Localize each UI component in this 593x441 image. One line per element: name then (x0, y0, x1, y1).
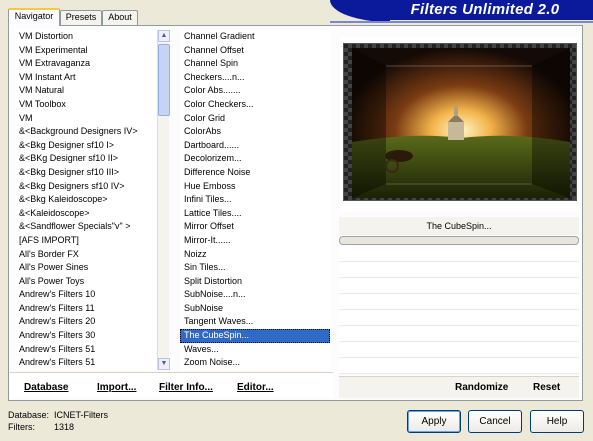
reset-button[interactable]: Reset (533, 382, 560, 393)
filter-item[interactable]: ColorAbs (180, 125, 330, 139)
scroll-down-icon[interactable]: ▼ (158, 358, 170, 370)
filter-item[interactable]: Waves... (180, 343, 330, 357)
preview-image (343, 43, 577, 201)
category-scrollbar[interactable]: ▲ ▼ (157, 30, 170, 370)
category-item[interactable]: VM Extravaganza (15, 57, 156, 71)
filter-item[interactable]: Color Grid (180, 112, 330, 126)
filter-item[interactable]: Hue Emboss (180, 180, 330, 194)
category-item[interactable]: [AFS IMPORT] (15, 234, 156, 248)
filter-item[interactable]: Mirror-It...... (180, 234, 330, 248)
filter-item[interactable]: Lattice Tiles.... (180, 207, 330, 221)
cancel-button[interactable]: Cancel (468, 410, 522, 433)
filter-item[interactable]: Color Abs....... (180, 84, 330, 98)
filter-item[interactable]: Sin Tiles... (180, 261, 330, 275)
randomize-button[interactable]: Randomize (455, 382, 508, 393)
filter-item[interactable]: Split Distortion (180, 275, 330, 289)
filter-list[interactable]: Channel Gradient Channel Offset Channel Sp… (180, 30, 330, 370)
filter-item[interactable]: Checkers....n... (180, 71, 330, 85)
tab-presets[interactable]: Presets (60, 10, 102, 25)
category-item[interactable]: VM Experimental (15, 44, 156, 58)
category-item[interactable]: &<Kaleidoscope> (15, 207, 156, 221)
category-item[interactable]: Andrew's Filters 51 (15, 343, 156, 357)
filter-item[interactable]: SubNoise....n... (180, 288, 330, 302)
filter-item[interactable]: Decolorizem... (180, 152, 330, 166)
apply-button[interactable]: Apply (407, 410, 461, 433)
filter-item[interactable]: Mirror Offset (180, 220, 330, 234)
category-list[interactable]: VM Distortion VM Experimental VM Extravaga… (15, 30, 156, 370)
category-item[interactable]: &<Bkg Kaleidoscope> (15, 193, 156, 207)
category-item[interactable]: VM Natural (15, 84, 156, 98)
editor-button[interactable]: Editor... (237, 382, 274, 393)
import-button[interactable]: Import... (97, 382, 136, 393)
category-item[interactable]: Andrew's Filters 10 (15, 288, 156, 302)
filters-count: 1318 (54, 422, 75, 432)
banner-underline (330, 21, 593, 23)
filter-item[interactable]: The CubeSpin... (180, 329, 330, 343)
parameter-controls (339, 246, 579, 374)
category-item[interactable]: &<Bkg Designer sf10 III> (15, 166, 156, 180)
category-item[interactable]: &<BKg Designer sf10 II> (15, 152, 156, 166)
category-item[interactable]: VM Distortion (15, 30, 156, 44)
category-item[interactable]: VM Toolbox (15, 98, 156, 112)
category-item[interactable]: Andrew's Filters 30 (15, 329, 156, 343)
database-label: Database: (8, 410, 50, 420)
filters-label: Filters: (8, 422, 35, 432)
tab-navigator[interactable]: Navigator (8, 8, 60, 26)
category-item[interactable]: &<Background Designers IV> (15, 125, 156, 139)
help-button[interactable]: Help (530, 410, 584, 433)
selected-filter-name: The CubeSpin... (339, 217, 579, 235)
filter-item[interactable]: Infini Tiles... (180, 193, 330, 207)
filter-item[interactable]: Channel Gradient (180, 30, 330, 44)
database-value: ICNET-Filters (54, 410, 108, 420)
category-item[interactable]: All's Border FX (15, 248, 156, 262)
category-item[interactable]: All's Power Sines (15, 261, 156, 275)
category-item[interactable]: VM (15, 112, 156, 126)
category-item[interactable]: All's Power Toys (15, 275, 156, 289)
filter-info-button[interactable]: Filter Info... (159, 382, 213, 393)
filter-item[interactable]: Color Checkers... (180, 98, 330, 112)
category-item[interactable]: &<Bkg Designers sf10 IV> (15, 180, 156, 194)
parameter-slider[interactable] (339, 236, 579, 245)
category-item[interactable]: &<Sandflower Specials"v" > (15, 220, 156, 234)
app-title: Filters Unlimited 2.0 (410, 1, 560, 18)
scroll-up-icon[interactable]: ▲ (158, 30, 170, 42)
filter-item[interactable]: Difference Noise (180, 166, 330, 180)
database-button[interactable]: Database (24, 382, 68, 393)
filter-item[interactable]: SubNoise (180, 302, 330, 316)
filter-item[interactable]: Channel Spin (180, 57, 330, 71)
filter-item[interactable]: Tangent Waves... (180, 315, 330, 329)
category-item[interactable]: &<Bkg Designer sf10 I> (15, 139, 156, 153)
category-item[interactable]: Andrew's Filters 20 (15, 315, 156, 329)
tab-about[interactable]: About (102, 10, 138, 25)
filter-item[interactable]: Zoom Noise... (180, 356, 330, 370)
scroll-thumb[interactable] (158, 44, 170, 116)
filter-item[interactable]: Channel Offset (180, 44, 330, 58)
category-item[interactable]: VM Instant Art (15, 71, 156, 85)
category-item[interactable]: Andrew's Filters 11 (15, 302, 156, 316)
filter-item[interactable]: Dartboard...... (180, 139, 330, 153)
filter-item[interactable]: Noizz (180, 248, 330, 262)
category-item[interactable]: Andrew's Filters 51 (15, 356, 156, 370)
